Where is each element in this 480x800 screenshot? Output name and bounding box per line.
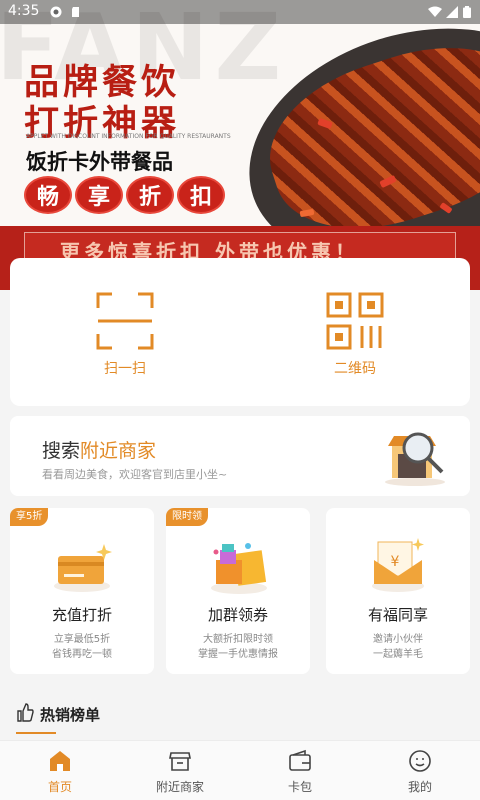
banner-pill: 折 bbox=[126, 176, 174, 214]
shop-search-icon bbox=[385, 432, 445, 486]
promo-banner[interactable]: FANZ 品牌餐饮 打折神器 APPLET WITH DISCOUNT INFO… bbox=[0, 0, 480, 290]
scan-button[interactable]: 扫一扫 bbox=[10, 258, 240, 406]
quick-actions-card: 扫一扫 二维码 bbox=[10, 258, 470, 406]
qrcode-label: 二维码 bbox=[334, 361, 376, 377]
home-icon bbox=[50, 751, 70, 771]
tab-label: 附近商家 bbox=[155, 780, 204, 794]
promo-desc: 掌握一手优惠情报 bbox=[198, 649, 278, 660]
battery-icon bbox=[463, 6, 471, 18]
store-icon bbox=[169, 752, 191, 771]
promo-badge: 限时领 bbox=[166, 508, 208, 526]
envelope-icon: ¥ bbox=[372, 538, 424, 592]
banner-pill: 畅 bbox=[24, 176, 72, 214]
scan-label: 扫一扫 bbox=[104, 361, 146, 377]
wifi-icon bbox=[428, 6, 442, 17]
promo-desc: 立享最低5折 bbox=[53, 634, 111, 645]
bottom-tab-bar: 首页 附近商家 卡包 我的 bbox=[0, 740, 480, 800]
thumb-icon bbox=[17, 703, 34, 722]
promo-desc: 大额折扣限时领 bbox=[203, 634, 273, 645]
promo-card-group-coupon[interactable]: 限时领 加群领券 大额折扣限时领 掌握一手优惠情报 bbox=[166, 508, 310, 674]
qrcode-icon bbox=[326, 292, 384, 350]
promo-title: 加群领券 bbox=[207, 606, 268, 624]
promo-badge: 享5折 bbox=[10, 508, 49, 526]
app-screen: FANZ 品牌餐饮 打折神器 APPLET WITH DISCOUNT INFO… bbox=[0, 0, 480, 800]
banner-english-caption: APPLET WITH DISCOUNT INFORMATION FOR QUA… bbox=[26, 133, 231, 140]
nearby-search-card[interactable]: 搜索附近商家 看看周边美食，欢迎客官到店里小坐~ bbox=[10, 416, 470, 496]
wallet-icon bbox=[289, 749, 311, 771]
profile-icon bbox=[409, 750, 431, 772]
app-notification-icon bbox=[50, 6, 62, 18]
banner-pill: 扣 bbox=[177, 176, 225, 214]
nearby-title-highlight: 附近商家 bbox=[80, 440, 157, 462]
promo-card-share[interactable]: ¥ 有福同享 邀请小伙伴 一起薅羊毛 bbox=[326, 508, 470, 674]
nearby-title: 搜索附近商家 bbox=[42, 436, 156, 463]
tab-label: 卡包 bbox=[287, 780, 312, 794]
nearby-title-plain: 搜索 bbox=[42, 440, 81, 462]
promo-desc: 省钱再吃一顿 bbox=[52, 649, 112, 660]
svg-text:¥: ¥ bbox=[391, 554, 400, 570]
card-icon bbox=[54, 544, 112, 592]
tab-nearby[interactable]: 附近商家 bbox=[120, 741, 240, 800]
tab-label: 首页 bbox=[47, 780, 72, 794]
gift-icon bbox=[211, 543, 267, 594]
promo-card-recharge[interactable]: 享5折 充值打折 立享最低5折 省钱再吃一顿 bbox=[10, 508, 154, 674]
tab-home[interactable]: 首页 bbox=[0, 741, 120, 800]
hot-list-label: 热销榜单 bbox=[40, 706, 101, 724]
hot-list-underline bbox=[16, 732, 56, 734]
banner-pill-row: 畅 享 折 扣 bbox=[24, 176, 225, 214]
tab-profile[interactable]: 我的 bbox=[360, 741, 480, 800]
scan-icon bbox=[96, 292, 154, 350]
signal-icon bbox=[446, 6, 458, 18]
status-time: 4:35 bbox=[8, 3, 40, 19]
sd-card-icon bbox=[72, 7, 79, 17]
banner-pill: 享 bbox=[75, 176, 123, 214]
tab-wallet[interactable]: 卡包 bbox=[240, 741, 360, 800]
promo-title: 充值打折 bbox=[51, 606, 112, 624]
promo-desc: 邀请小伙伴 bbox=[373, 634, 423, 645]
tab-label: 我的 bbox=[407, 780, 432, 794]
banner-subtitle: 饭折卡外带餐品 bbox=[26, 150, 173, 174]
nearby-subtitle: 看看周边美食，欢迎客官到店里小坐~ bbox=[42, 468, 228, 481]
promo-desc: 一起薅羊毛 bbox=[373, 649, 423, 660]
promo-title: 有福同享 bbox=[367, 606, 428, 624]
qrcode-button[interactable]: 二维码 bbox=[240, 258, 470, 406]
status-bar: 4:35 bbox=[0, 0, 480, 24]
